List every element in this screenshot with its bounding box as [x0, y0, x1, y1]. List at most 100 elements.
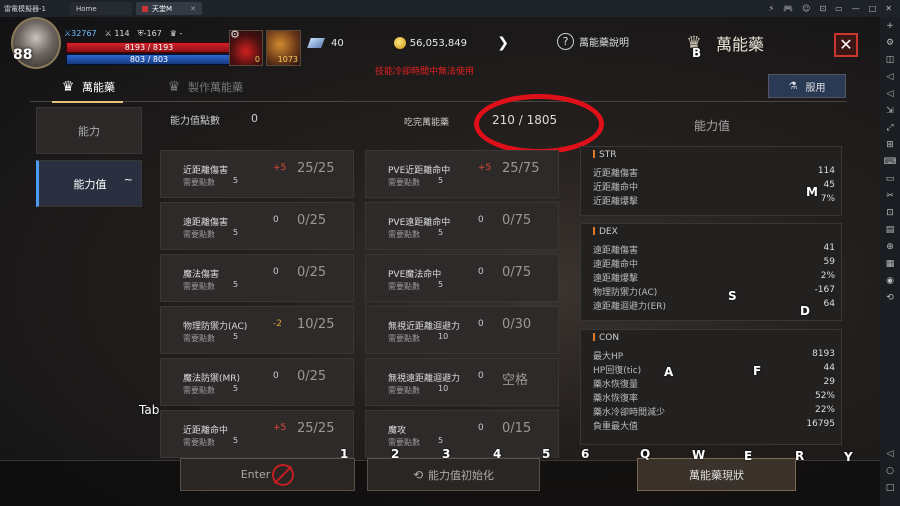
stats-panel-title: 能力值: [693, 119, 730, 133]
nav-ability[interactable]: 能力: [36, 107, 142, 154]
rotate-icon[interactable]: ⟲: [883, 289, 897, 306]
stat-row: 負重最大值 16795: [593, 419, 837, 433]
reset-stats-button[interactable]: ⟲ 能力值初始化: [367, 458, 540, 491]
close-window-button[interactable]: ✕: [885, 4, 892, 13]
stat-card[interactable]: 無視近距離迴避力 需要點數 10 0 0/30: [365, 306, 559, 354]
stat-row-value: -167: [814, 285, 835, 295]
grid-icon[interactable]: ▦: [883, 255, 897, 272]
stat-row: 遠距離爆擊 2%: [593, 271, 837, 285]
record-icon[interactable]: ▭: [883, 170, 897, 187]
multi-window-icon[interactable]: ▭: [835, 4, 843, 13]
stat-card-cost-value: 5: [438, 436, 444, 445]
performance-icon[interactable]: ⚡: [769, 4, 775, 13]
enter-button[interactable]: Enter: [180, 458, 355, 491]
defense-value: ⛨-167: [137, 29, 162, 38]
screenshot-icon[interactable]: ⊡: [819, 4, 826, 13]
volume-up-icon[interactable]: ◁: [883, 85, 897, 102]
stat-card-cost-label: 需要點數: [388, 334, 420, 343]
tab-home[interactable]: Home: [70, 2, 132, 15]
stat-card[interactable]: 遠距離傷害 需要點數 5 0 0/25: [160, 202, 354, 250]
settings-icon[interactable]: ⚙: [883, 34, 897, 51]
stat-card[interactable]: 近距離命中 需要點數 5 +5 25/25: [160, 410, 354, 458]
location-icon[interactable]: ◉: [883, 272, 897, 289]
stat-card[interactable]: 近距離傷害 需要點數 5 +5 25/25: [160, 150, 354, 198]
stat-row-label: 近距離爆擊: [593, 197, 639, 207]
stat-card[interactable]: PVE魔法命中 需要點數 5 0 0/75: [365, 254, 559, 302]
diamond-icon: [307, 38, 325, 48]
stat-card-cost-value: 5: [438, 280, 444, 289]
stat-row-value: 29: [823, 377, 835, 387]
gold-coin-icon: [393, 37, 406, 49]
stat-card-progress: 0/25: [297, 213, 327, 228]
account-icon[interactable]: ☺: [802, 4, 810, 13]
stat-card[interactable]: PVE近距離命中 需要點數 5 +5 25/75: [365, 150, 559, 198]
tab-craft-elixir[interactable]: ♛ 製作萬能藥: [166, 75, 243, 99]
gamepad-icon[interactable]: 🎮: [783, 4, 793, 13]
shake-icon[interactable]: ⊕: [883, 238, 897, 255]
key-hint-2: 2: [391, 447, 400, 461]
maximize-button[interactable]: □: [869, 4, 877, 13]
question-icon: ?: [557, 33, 574, 50]
gold-count: 56,053,849: [409, 37, 467, 49]
recents-icon[interactable]: □: [883, 479, 897, 496]
shop-arrow-icon[interactable]: ❯: [497, 35, 509, 51]
add-icon[interactable]: +: [883, 17, 897, 34]
use-button[interactable]: ⚗ 服用: [768, 74, 846, 98]
stat-card[interactable]: 物理防禦力(AC) 需要點數 5 -2 10/25: [160, 306, 354, 354]
volume-down-icon[interactable]: ◁: [883, 68, 897, 85]
stat-card-cost-value: 5: [233, 176, 239, 185]
keyboard-icon[interactable]: ⌨: [883, 153, 897, 170]
stat-card[interactable]: PVE遠距離命中 需要點數 5 0 0/75: [365, 202, 559, 250]
scissors-icon[interactable]: ✂: [883, 187, 897, 204]
stat-card[interactable]: 魔法傷害 需要點數 5 0 0/25: [160, 254, 354, 302]
apk-icon[interactable]: ▤: [883, 221, 897, 238]
screen-capture-icon[interactable]: ⊡: [883, 204, 897, 221]
back-icon[interactable]: ◁: [883, 445, 897, 462]
tab-close-icon[interactable]: ✕: [190, 5, 196, 13]
stat-row: 藥水恢復量 29: [593, 377, 837, 391]
stat-row-label: 近距離命中: [593, 183, 639, 193]
stat-card-progress: 25/75: [502, 161, 540, 176]
elixir-status-button[interactable]: 萬能藥現狀: [637, 458, 796, 491]
emulator-titlebar: 雷電模擬器-1 Home 天堂M ✕ ⚡ 🎮 ☺ ⊡ ▭ — □ ✕: [0, 0, 900, 17]
stat-card-cost-label: 需要點數: [183, 438, 215, 447]
stat-row: 遠距離命中 59: [593, 257, 837, 271]
tab-game[interactable]: 天堂M ✕: [136, 2, 202, 15]
fullscreen-icon[interactable]: ⤢: [883, 119, 897, 136]
game-viewport: 88 ⚔32767 ⚔ 114 ⛨-167 ♛ - 8193 / 8193 80…: [0, 17, 880, 506]
stat-row-value: 8193: [812, 349, 835, 359]
multi-instance-icon[interactable]: ⊞: [883, 136, 897, 153]
stat-card-bonus: 0: [478, 371, 484, 381]
window-controls: ⚡ 🎮 ☺ ⊡ ▭ — □ ✕: [769, 4, 900, 13]
stat-card-name: 魔攻: [388, 426, 407, 436]
stat-card[interactable]: 魔法防禦(MR) 需要點數 5 0 0/25: [160, 358, 354, 406]
close-button[interactable]: ✕: [834, 33, 858, 57]
stat-card-cost-label: 需要點數: [388, 282, 420, 291]
stat-card-cost-label: 需要點數: [388, 386, 420, 395]
stat-row-value: 52%: [814, 391, 835, 401]
stat-card-cost-value: 5: [233, 436, 239, 445]
tab-elixir[interactable]: ♛ 萬能藥: [52, 75, 123, 103]
help-button[interactable]: ? 萬能藥說明: [557, 33, 629, 50]
nav-stats[interactable]: 能力值 ~: [36, 160, 142, 207]
home-icon[interactable]: ○: [883, 462, 897, 479]
stat-card[interactable]: 無視遠距離迴避力 需要點數 10 0 空格: [365, 358, 559, 406]
stat-card-progress: 0/30: [502, 317, 532, 332]
stat-card-progress: 10/25: [297, 317, 335, 332]
potion-slot[interactable]: ⚙ 0: [229, 28, 263, 66]
stat-row-label: 藥水冷卻時間減少: [593, 408, 666, 418]
stat-row-value: 59: [823, 257, 835, 267]
stat-card-cost-value: 5: [233, 228, 239, 237]
stat-card-cost-label: 需要點數: [183, 230, 215, 239]
stat-card-cost-label: 需要點數: [183, 282, 215, 291]
minimize-button[interactable]: —: [852, 4, 860, 13]
stat-row-label: 遠距離迴避力(ER): [593, 302, 666, 312]
stat-card-cost-value: 10: [438, 332, 449, 341]
scroll-slot[interactable]: 1073: [266, 30, 301, 66]
stat-card-bonus: 0: [478, 267, 484, 277]
gear-icon[interactable]: ⚙: [230, 28, 240, 41]
resize-icon[interactable]: ⇲: [883, 102, 897, 119]
enter-label: Enter: [240, 468, 271, 481]
stat-card-cost-label: 需要點數: [183, 334, 215, 343]
keymap-icon[interactable]: ◫: [883, 51, 897, 68]
